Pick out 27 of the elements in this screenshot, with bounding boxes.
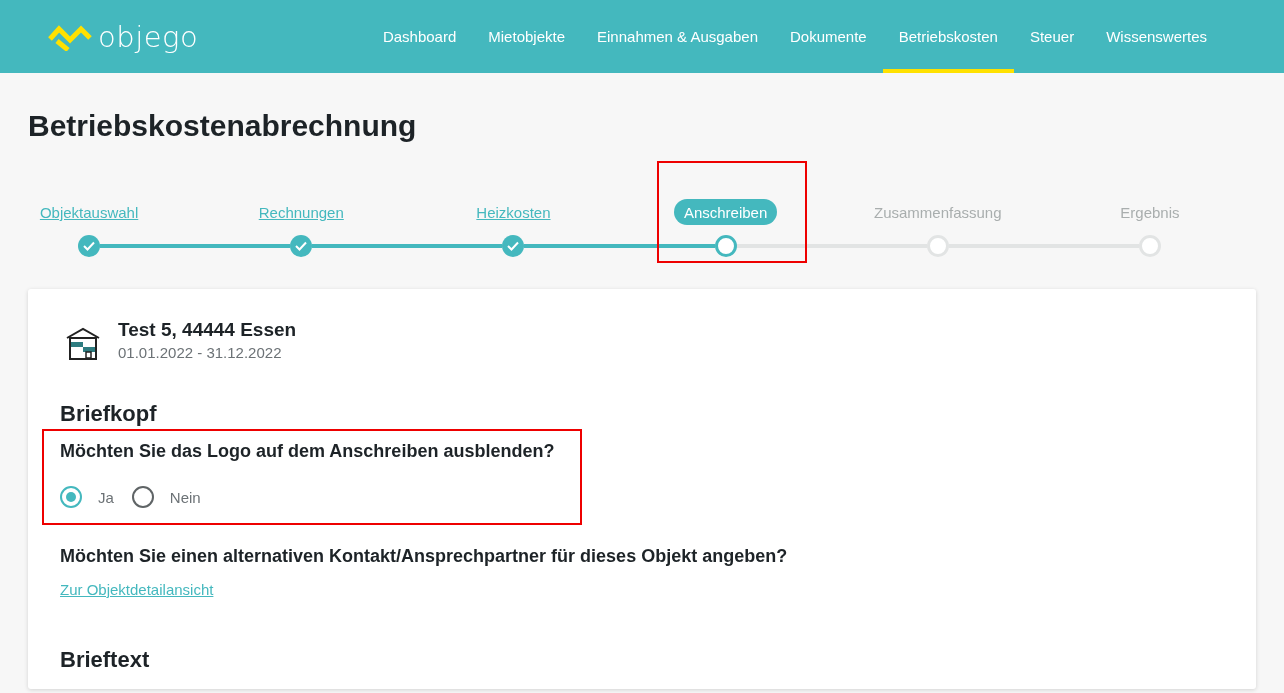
nav-link[interactable]: Mietobjekte <box>472 0 581 73</box>
nav-link[interactable]: Betriebskosten <box>882 0 1014 73</box>
nav-link[interactable]: Dokumente <box>774 0 883 73</box>
section-heading: Briefkopf <box>60 401 158 427</box>
step-link[interactable]: Objektauswahl <box>39 199 139 225</box>
step-label: Zusammenfassung <box>874 202 1002 223</box>
radio-button[interactable] <box>131 486 154 508</box>
nav-link[interactable]: Einnahmen & Ausgaben <box>581 0 774 73</box>
option-label: Ja <box>98 488 114 506</box>
radio-button[interactable] <box>60 486 82 508</box>
page-title: Betriebskostenabrechnung <box>28 109 418 143</box>
nav-link[interactable]: Steuer <box>1013 0 1091 73</box>
nav-link[interactable]: Wissenswertes <box>1090 0 1223 73</box>
detail-link[interactable]: Zur Objektdetailansicht <box>60 581 214 598</box>
property-address: Test 5, 44444 Essen <box>118 319 297 341</box>
section-heading: Brieftext <box>60 647 151 673</box>
question-text: Möchten Sie einen alternativen Kontakt/Ansprechpartner für dieses Objekt angeben? <box>60 546 789 567</box>
nav-link[interactable]: Dashboard <box>366 0 473 73</box>
question-text: Möchten Sie das Logo auf dem Anschreiben ausblenden? <box>60 441 556 462</box>
billing-period: 01.01.2022 - 31.12.2022 <box>118 344 283 361</box>
option-label: Nein <box>169 488 201 506</box>
step-label: Ergebnis <box>1120 202 1180 223</box>
step-link[interactable]: Heizkosten <box>476 199 551 225</box>
step-link[interactable]: Rechnungen <box>258 199 344 225</box>
objego-logo[interactable]: objego <box>48 19 199 54</box>
house-icon <box>66 327 100 361</box>
current-step-pill: Anschreiben <box>673 199 778 225</box>
